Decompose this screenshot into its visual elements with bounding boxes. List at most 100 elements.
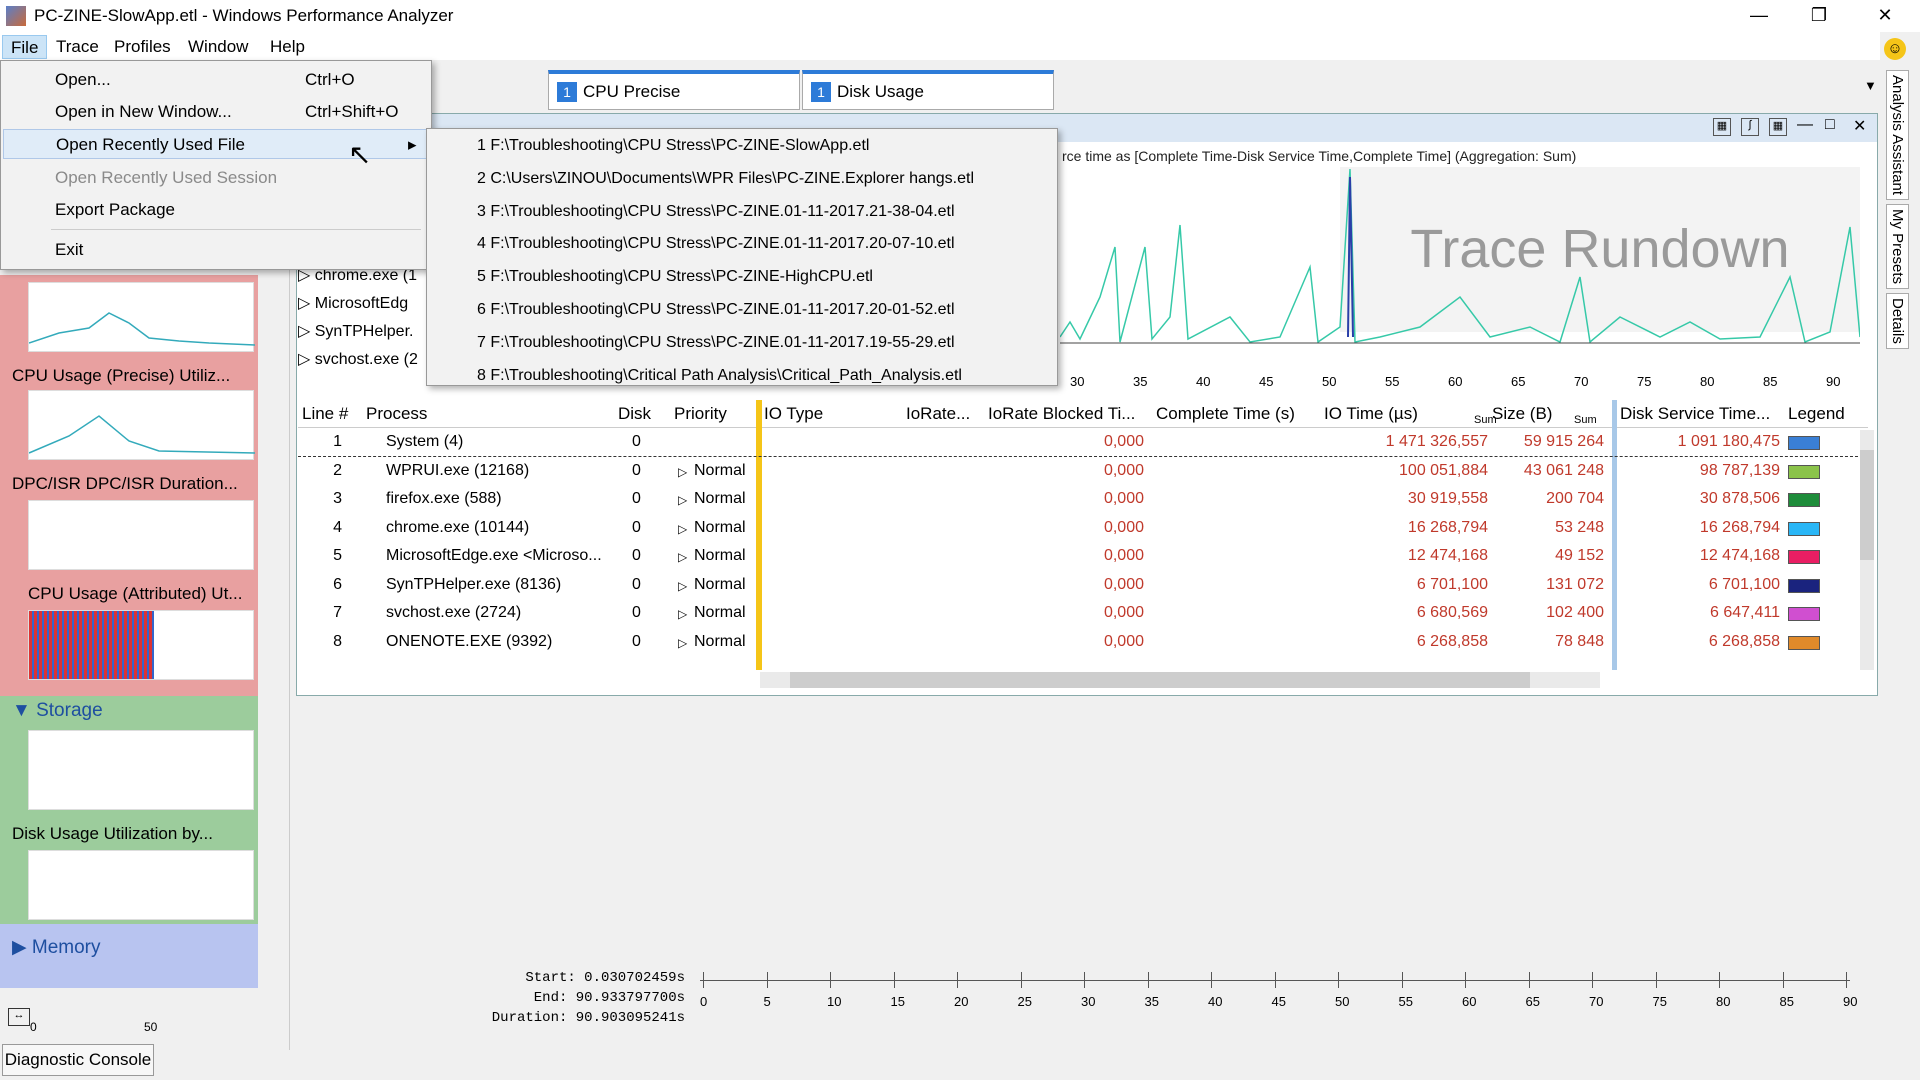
col-size[interactable]: Size (B)	[1492, 404, 1552, 424]
table-row[interactable]: 1 System (4) 0 0,000 1 471 326,557 59 915 264…	[298, 429, 1868, 457]
table-row[interactable]: 7 svchost.exe (2724) 0 Normal 0,000 6 680,569…	[298, 600, 1868, 628]
cell-process: svchost.exe (2724)	[386, 604, 522, 621]
graph-only-icon[interactable]: ∫	[1741, 118, 1759, 136]
timeline-ruler[interactable]: 0 5 10 15 20 25 30 35 40 45 50 55 60 65 70 75 80 85 90	[700, 970, 1857, 1010]
table-only-icon[interactable]: ▦	[1769, 118, 1787, 136]
menu-item-open[interactable]: Open... Ctrl+O	[3, 65, 429, 95]
col-disk-service-time[interactable]: Disk Service Time...	[1620, 404, 1770, 424]
col-iorate[interactable]: IoRate...	[906, 404, 970, 424]
cell-io: 12 474,168	[1407, 547, 1488, 564]
graph-disk-usage[interactable]: Disk Usage Utilization by...	[12, 824, 213, 844]
menu-shortcut: Ctrl+O	[305, 70, 355, 89]
cpu-sampled-thumbnail[interactable]	[28, 282, 256, 352]
tab-analysis-assistant[interactable]: Analysis Assistant	[1886, 70, 1909, 201]
tab-details[interactable]: Details	[1886, 293, 1909, 349]
col-line[interactable]: Line #	[302, 404, 348, 424]
horizontal-scrollbar[interactable]	[760, 672, 1600, 688]
graph-tick-label: 35	[1133, 374, 1148, 389]
minimize-icon[interactable]: —	[1736, 0, 1782, 32]
table-row[interactable]: 4 chrome.exe (10144) 0 Normal 0,000 16 268,79…	[298, 515, 1868, 543]
table-row[interactable]: 6 SynTPHelper.exe (8136) 0 Normal 0,000 6 701…	[298, 572, 1868, 600]
timeline-tick-mark	[1084, 972, 1085, 988]
cell-process: ONENOTE.EXE (9392)	[386, 632, 553, 650]
menu-profiles[interactable]: Profiles	[106, 35, 179, 59]
table-row[interactable]: 5 MicrosoftEdge.exe <Microso... 0 Normal 0,0…	[298, 543, 1868, 571]
menu-item-exit[interactable]: Exit	[3, 235, 429, 265]
zoom-reset-icon[interactable]: ↔	[8, 1008, 30, 1026]
submenu-arrow-icon: ▸	[408, 135, 417, 154]
disk-usage-thumbnail[interactable]	[28, 850, 254, 920]
expand-icon[interactable]: ▷	[678, 550, 687, 564]
disk-usage-graph[interactable]: Trace Rundown	[1059, 167, 1861, 377]
recent-file-item[interactable]: 4 F:\Troubleshooting\CPU Stress\PC-ZINE.…	[477, 235, 955, 253]
cpu-precise-thumbnail[interactable]	[28, 390, 256, 460]
cell-blocked: 0,000	[1103, 547, 1144, 564]
expand-icon[interactable]: ▷	[678, 636, 687, 650]
col-io-time[interactable]: IO Time (µs)	[1324, 404, 1418, 424]
graph-cpu-attributed[interactable]: CPU Usage (Attributed) Ut...	[28, 584, 242, 604]
close-icon[interactable]: ✕	[1862, 0, 1908, 32]
col-complete-time[interactable]: Complete Time (s)	[1156, 404, 1295, 424]
tree-item[interactable]: ▷ SynTPHelper.	[298, 316, 428, 344]
recent-file-item[interactable]: 6 F:\Troubleshooting\CPU Stress\PC-ZINE.…	[477, 301, 955, 319]
timeline-tick-mark	[1401, 972, 1403, 988]
vertical-scrollbar[interactable]	[1860, 430, 1874, 670]
cell-priority: Normal	[694, 575, 746, 593]
time-end: End: 90.933797700s	[533, 990, 685, 1006]
recent-file-item[interactable]: 5 F:\Troubleshooting\CPU Stress\PC-ZINE-…	[477, 268, 873, 286]
graph-dpc-isr[interactable]: DPC/ISR DPC/ISR Duration...	[12, 474, 238, 494]
menu-file[interactable]: File	[2, 35, 48, 59]
graph-table-icon[interactable]: ▦	[1713, 118, 1731, 136]
close-pane-icon[interactable]: ✕	[1853, 116, 1866, 136]
graph-tick-label: 45	[1259, 374, 1274, 389]
menu-item-open-new-window[interactable]: Open in New Window... Ctrl+Shift+O	[3, 97, 429, 127]
cell-size: 59 915 264	[1523, 433, 1604, 450]
tree-item[interactable]: ▷ svchost.exe (2	[298, 344, 428, 372]
expand-icon[interactable]: ▷	[678, 607, 687, 621]
diagnostic-console-button[interactable]: Diagnostic Console	[2, 1044, 154, 1076]
menu-help[interactable]: Help	[262, 35, 313, 59]
expand-icon[interactable]: ▷	[678, 493, 687, 507]
expand-icon[interactable]: ▷	[678, 465, 687, 479]
menu-item-export-package[interactable]: Export Package	[3, 195, 429, 225]
minimize-pane-icon[interactable]: —	[1797, 116, 1813, 134]
category-memory[interactable]: ▶ Memory	[12, 936, 101, 959]
sum-label: Sum	[1574, 414, 1597, 426]
cell-process: MicrosoftEdge.exe <Microso...	[386, 547, 602, 564]
table-row[interactable]: 2 WPRUI.exe (12168) 0 Normal 0,000 100 051,88…	[298, 458, 1868, 486]
tree-item[interactable]: ▷ MicrosoftEdg	[298, 288, 428, 316]
expand-icon[interactable]: ▷	[678, 522, 687, 536]
menu-window[interactable]: Window	[180, 35, 256, 59]
col-disk[interactable]: Disk	[618, 404, 651, 424]
recent-file-item[interactable]: 3 F:\Troubleshooting\CPU Stress\PC-ZINE.…	[477, 203, 955, 221]
recent-file-item[interactable]: 7 F:\Troubleshooting\CPU Stress\PC-ZINE.…	[477, 334, 955, 352]
storage-thumbnail[interactable]	[28, 730, 254, 810]
menu-separator	[51, 229, 421, 230]
feedback-smiley-icon[interactable]: ☺	[1884, 38, 1906, 60]
restore-icon[interactable]: ❐	[1796, 0, 1842, 32]
col-process[interactable]: Process	[366, 404, 427, 424]
graph-cpu-precise[interactable]: CPU Usage (Precise) Utiliz...	[12, 366, 230, 386]
tab-label: CPU Precise	[583, 82, 681, 101]
cell-line: 8	[333, 632, 342, 650]
overflow-chevron-icon[interactable]: ▼	[1864, 78, 1877, 93]
cpu-attributed-thumbnail[interactable]	[28, 610, 254, 680]
table-row[interactable]: 8 ONENOTE.EXE (9392) 0 Normal 0,000 6 268,858…	[298, 629, 1868, 657]
tab-my-presets[interactable]: My Presets	[1886, 204, 1909, 290]
menu-trace[interactable]: Trace	[48, 35, 107, 59]
cell-disk: 0	[632, 433, 641, 450]
category-storage[interactable]: ▼ Storage	[12, 700, 103, 722]
recent-file-item[interactable]: 1 F:\Troubleshooting\CPU Stress\PC-ZINE-…	[477, 137, 869, 155]
recent-file-item[interactable]: 2 C:\Users\ZINOU\Documents\WPR Files\PC-…	[477, 170, 974, 188]
col-io-type[interactable]: IO Type	[764, 404, 823, 424]
col-legend[interactable]: Legend	[1788, 404, 1845, 424]
table-row[interactable]: 3 firefox.exe (588) 0 Normal 0,000 30 919,558…	[298, 486, 1868, 514]
col-priority[interactable]: Priority	[674, 404, 727, 424]
recent-file-item[interactable]: 8 F:\Troubleshooting\Critical Path Analy…	[477, 367, 962, 385]
tab-cpu-precise[interactable]: 1 CPU Precise	[548, 70, 800, 110]
expand-icon[interactable]: ▷	[678, 579, 687, 593]
dpc-isr-thumbnail[interactable]	[28, 500, 254, 570]
tab-disk-usage[interactable]: 1 Disk Usage	[802, 70, 1054, 110]
col-iorate-blocked[interactable]: IoRate Blocked Ti...	[988, 404, 1135, 424]
maximize-pane-icon[interactable]: □	[1825, 116, 1835, 134]
